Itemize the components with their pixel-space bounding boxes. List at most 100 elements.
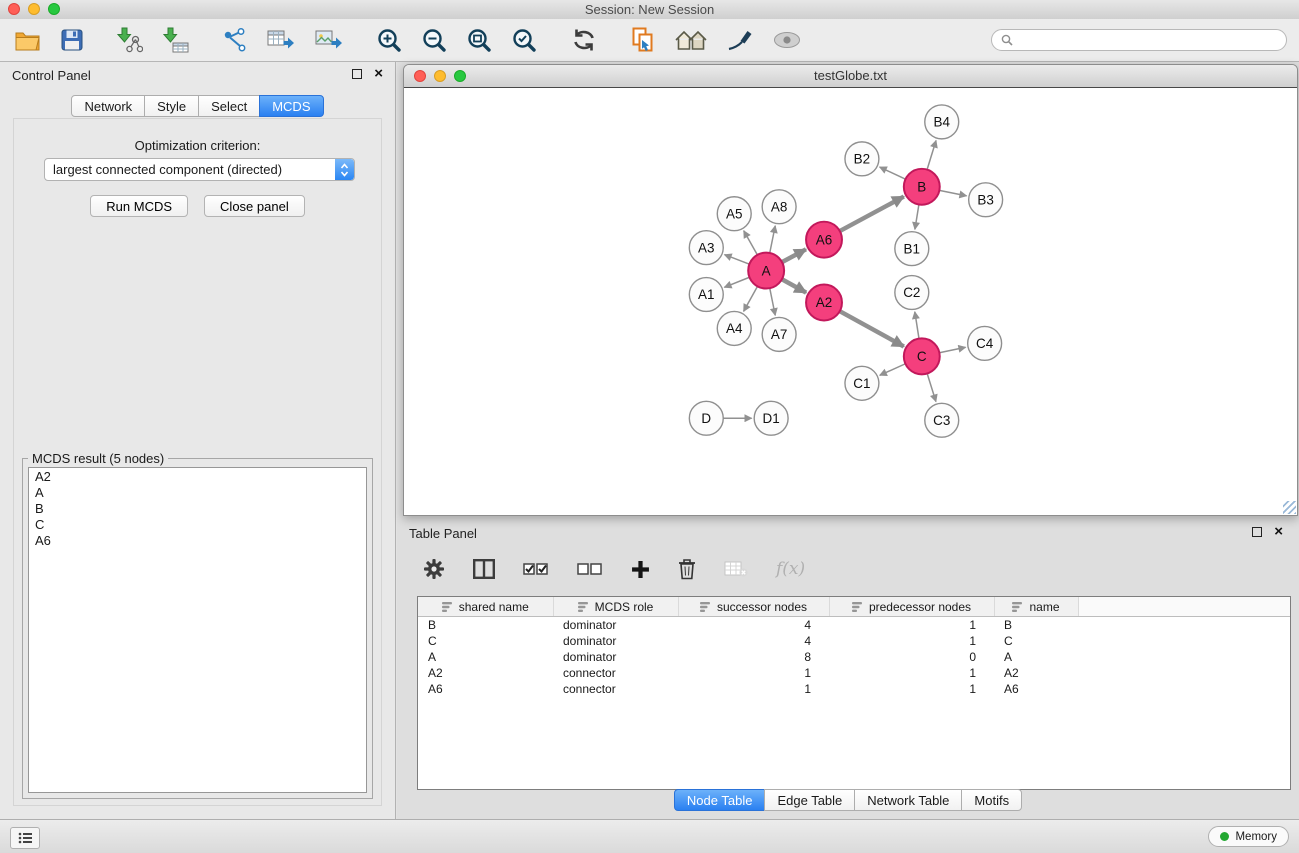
node-D1[interactable]: D1 <box>754 401 788 435</box>
add-column-button[interactable] <box>629 558 652 581</box>
node-A[interactable]: A <box>748 253 784 289</box>
cell[interactable]: 1 <box>829 681 994 697</box>
edge-A6-B[interactable] <box>840 197 904 232</box>
cell[interactable]: dominator <box>553 633 678 649</box>
control-panel-close-button[interactable]: × <box>374 67 383 80</box>
mcds-result-list[interactable]: A2ABCA6 <box>28 467 367 793</box>
tab-mcds[interactable]: MCDS <box>259 95 323 117</box>
edge-A2-C[interactable] <box>840 311 904 346</box>
cell[interactable]: A6 <box>994 681 1078 697</box>
tab-network[interactable]: Network <box>71 95 145 117</box>
cell[interactable]: connector <box>553 681 678 697</box>
memory-button[interactable]: Memory <box>1208 826 1289 847</box>
node-B2[interactable]: B2 <box>845 142 879 176</box>
open-session-button[interactable] <box>12 27 43 53</box>
edge-A-A7[interactable] <box>770 288 775 315</box>
cell[interactable]: 1 <box>829 617 994 634</box>
open-panel-button[interactable] <box>629 25 657 55</box>
result-item-a[interactable]: A <box>33 485 362 501</box>
cell[interactable]: B <box>418 617 553 634</box>
cell[interactable]: A2 <box>994 665 1078 681</box>
cell[interactable]: 1 <box>829 665 994 681</box>
node-A6[interactable]: A6 <box>806 222 842 258</box>
function-builder-button[interactable]: f(x) <box>774 557 807 581</box>
cell[interactable]: 0 <box>829 649 994 665</box>
cell[interactable]: 1 <box>678 681 829 697</box>
edge-B-B3[interactable] <box>939 190 966 195</box>
node-B3[interactable]: B3 <box>969 183 1003 217</box>
cell[interactable]: C <box>418 633 553 649</box>
search-input[interactable] <box>1018 32 1277 48</box>
node-C2[interactable]: C2 <box>895 276 929 310</box>
run-mcds-button[interactable]: Run MCDS <box>90 195 188 217</box>
select-all-button[interactable] <box>521 559 551 579</box>
home-button[interactable] <box>673 27 709 53</box>
cell[interactable]: A6 <box>418 681 553 697</box>
node-B4[interactable]: B4 <box>925 105 959 139</box>
table-settings-button[interactable] <box>421 556 447 582</box>
optimization-dropdown[interactable]: largest connected component (directed) <box>44 158 355 181</box>
column-header-successor-nodes[interactable]: successor nodes <box>678 597 829 617</box>
show-columns-button[interactable] <box>471 557 497 581</box>
zoom-fit-button[interactable] <box>465 26 494 55</box>
result-item-a6[interactable]: A6 <box>33 533 362 549</box>
tab-network-table[interactable]: Network Table <box>854 789 962 811</box>
search-box[interactable] <box>991 29 1287 51</box>
deselect-all-button[interactable] <box>575 559 605 579</box>
cell[interactable]: 1 <box>829 633 994 649</box>
cell[interactable]: A <box>418 649 553 665</box>
cell[interactable]: A <box>994 649 1078 665</box>
table-row-a6[interactable]: A6connector11A6 <box>418 681 1290 697</box>
new-network-button[interactable] <box>221 25 249 55</box>
edge-A-A2[interactable] <box>782 279 806 292</box>
edge-C-C3[interactable] <box>927 374 936 402</box>
edge-B-B1[interactable] <box>915 205 919 230</box>
node-A8[interactable]: A8 <box>762 190 796 224</box>
cell[interactable]: dominator <box>553 649 678 665</box>
zoom-selected-button[interactable] <box>510 26 539 55</box>
column-header-MCDS-role[interactable]: MCDS role <box>553 597 678 617</box>
cell[interactable]: B <box>994 617 1078 634</box>
tab-node-table[interactable]: Node Table <box>674 789 766 811</box>
cell[interactable]: 1 <box>678 665 829 681</box>
cell[interactable]: connector <box>553 665 678 681</box>
column-header-name[interactable]: name <box>994 597 1078 617</box>
save-session-button[interactable] <box>59 27 85 53</box>
cell[interactable]: A2 <box>418 665 553 681</box>
node-C1[interactable]: C1 <box>845 366 879 400</box>
tab-motifs[interactable]: Motifs <box>961 789 1022 811</box>
node-A2[interactable]: A2 <box>806 285 842 321</box>
cell[interactable]: C <box>994 633 1078 649</box>
edge-B-B2[interactable] <box>880 167 906 179</box>
table-row-a2[interactable]: A2connector11A2 <box>418 665 1290 681</box>
tab-style[interactable]: Style <box>144 95 199 117</box>
edge-B-B4[interactable] <box>927 140 936 169</box>
column-header-shared-name[interactable]: shared name <box>418 597 553 617</box>
node-C3[interactable]: C3 <box>925 403 959 437</box>
node-A1[interactable]: A1 <box>689 278 723 312</box>
export-table-button[interactable] <box>265 26 297 54</box>
table-row-a[interactable]: Adominator80A <box>418 649 1290 665</box>
tab-edge-table[interactable]: Edge Table <box>764 789 855 811</box>
table-panel-close-button[interactable]: × <box>1274 525 1283 538</box>
node-B[interactable]: B <box>904 169 940 205</box>
task-history-button[interactable] <box>10 827 40 849</box>
cell[interactable]: dominator <box>553 617 678 634</box>
network-graph[interactable]: AA1A2A3A4A5A6A7A8BB1B2B3B4CC1C2C3C4DD1 <box>404 88 1297 515</box>
export-image-button[interactable] <box>313 26 345 54</box>
table-row-c[interactable]: Cdominator41C <box>418 633 1290 649</box>
node-C[interactable]: C <box>904 338 940 374</box>
node-A5[interactable]: A5 <box>717 197 751 231</box>
resize-handle[interactable] <box>1283 501 1296 514</box>
edge-A-A3[interactable] <box>724 255 749 265</box>
cell[interactable]: 8 <box>678 649 829 665</box>
import-table-button[interactable] <box>161 25 191 55</box>
control-panel-float-button[interactable] <box>352 69 362 79</box>
node-A4[interactable]: A4 <box>717 311 751 345</box>
delete-column-button[interactable] <box>676 556 698 582</box>
node-B1[interactable]: B1 <box>895 232 929 266</box>
table-panel-float-button[interactable] <box>1252 527 1262 537</box>
node-C4[interactable]: C4 <box>968 326 1002 360</box>
close-panel-button[interactable]: Close panel <box>204 195 305 217</box>
node-D[interactable]: D <box>689 401 723 435</box>
